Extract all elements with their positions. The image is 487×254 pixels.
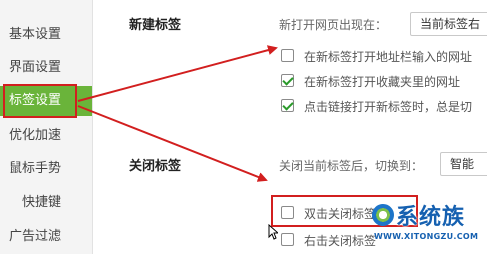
arrow-to-close-tab-options xyxy=(77,105,268,182)
watermark-url: WWW.XITONGZU.COM xyxy=(374,232,479,241)
watermark-logo-icon xyxy=(372,204,394,226)
watermark: 系统族 WWW.XITONGZU.COM xyxy=(368,196,487,254)
watermark-text: 系统族 xyxy=(396,205,466,230)
arrow-to-new-tab-options xyxy=(77,45,278,102)
mouse-cursor-icon xyxy=(268,224,278,240)
